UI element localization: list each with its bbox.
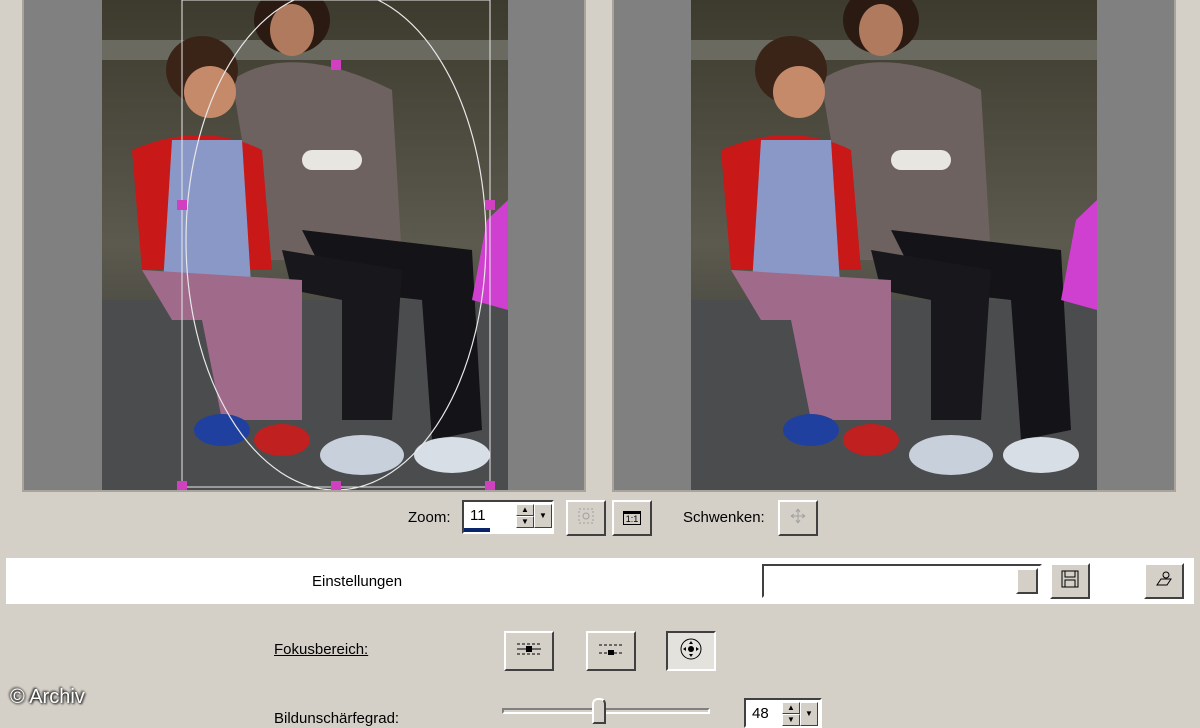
sharpness-value: 48 [752, 705, 769, 722]
focus-radial-button[interactable] [666, 631, 716, 671]
load-settings-button[interactable] [1144, 563, 1184, 599]
sharpness-label: Bildunschärfegrad: [274, 710, 400, 727]
original-preview-image[interactable] [102, 0, 508, 490]
sharpness-up-arrow[interactable]: ▲ [782, 702, 800, 714]
save-settings-button[interactable] [1050, 563, 1090, 599]
focus-radial-icon [679, 637, 703, 665]
sharpness-dropdown-arrow[interactable]: ▼ [800, 702, 818, 726]
original-preview-pane [22, 0, 586, 492]
load-settings-icon [1154, 569, 1174, 593]
fit-view-button[interactable] [566, 500, 606, 536]
focus-area-label: Fokusbereich: [274, 641, 368, 658]
sharpness-slider-thumb[interactable] [592, 698, 606, 724]
settings-dropdown-arrow[interactable] [1016, 568, 1038, 594]
watermark-text: © Archiv [10, 686, 85, 708]
zoom-field[interactable]: 11 ▲ ▼ ▼ [462, 500, 554, 534]
focus-horizontal-icon [515, 640, 543, 662]
pan-button[interactable] [778, 500, 818, 536]
zoom-down-arrow[interactable]: ▼ [516, 516, 534, 528]
zoom-label: Zoom: [408, 509, 451, 526]
sharpness-down-arrow[interactable]: ▼ [782, 714, 800, 726]
pan-label: Schwenken: [683, 509, 765, 526]
settings-dropdown[interactable] [762, 564, 1042, 598]
zoom-dropdown-arrow[interactable]: ▼ [534, 504, 552, 528]
focus-dashed-button[interactable] [586, 631, 636, 671]
zoom-up-arrow[interactable]: ▲ [516, 504, 534, 516]
settings-bar: Einstellungen [6, 558, 1194, 604]
zoom-value: 11 [470, 507, 486, 524]
save-icon [1060, 569, 1080, 593]
sharpness-field[interactable]: 48 ▲ ▼ ▼ [744, 698, 822, 728]
focus-dashed-icon [597, 640, 625, 662]
pan-icon [790, 508, 806, 528]
actual-size-icon: 1:1 [622, 511, 642, 525]
zoom-focus-indicator [464, 528, 490, 532]
actual-size-button[interactable]: 1:1 [612, 500, 652, 536]
focus-horizontal-button[interactable] [504, 631, 554, 671]
sharpness-slider-track[interactable] [502, 708, 710, 714]
result-preview-pane [612, 0, 1176, 492]
fit-view-icon [577, 507, 595, 529]
settings-label: Einstellungen [312, 573, 403, 590]
result-preview-image [691, 0, 1097, 490]
focus-area-label-text: Fokusbereich: [274, 641, 369, 658]
